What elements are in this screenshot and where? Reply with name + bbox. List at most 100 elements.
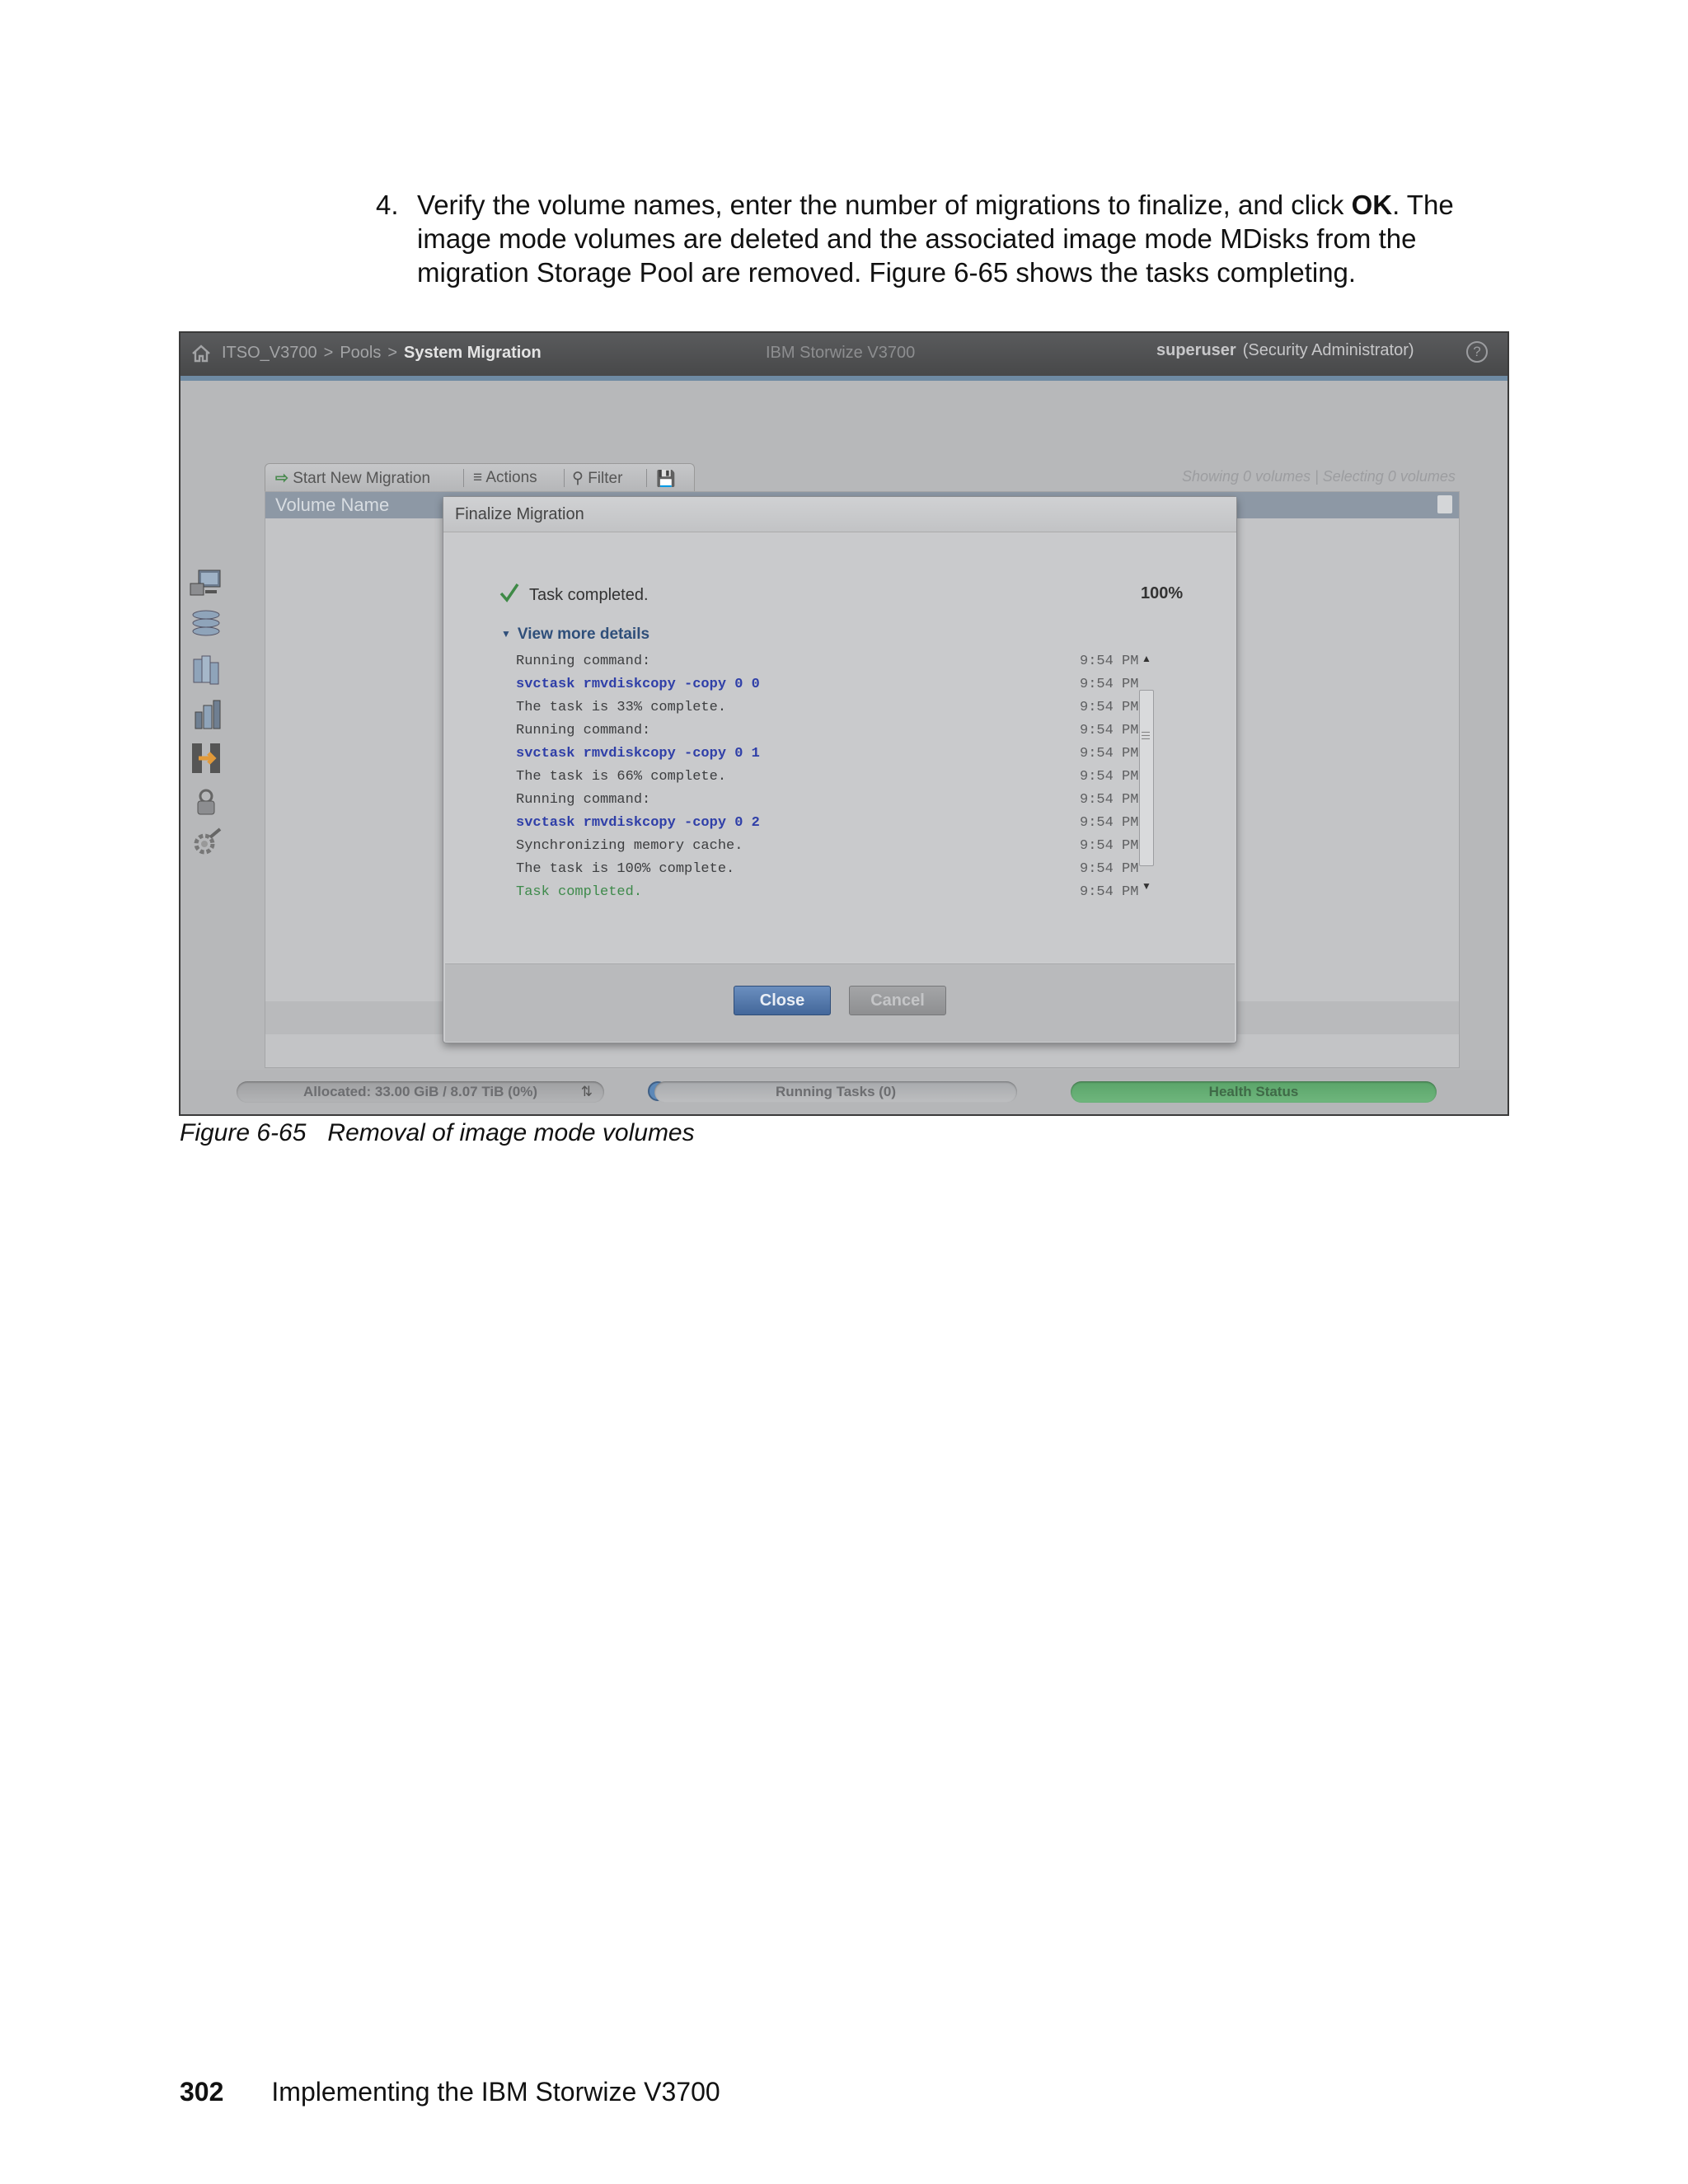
log-entry: Synchronizing memory cache. 9:54 PM: [516, 835, 1142, 858]
log-message: Running command:: [516, 723, 651, 738]
log-message: Running command:: [516, 792, 651, 808]
toolbar-divider: [463, 469, 464, 487]
start-new-migration-label: Start New Migration: [293, 470, 431, 487]
workspace: ⇨ Start New Migration ≡ Actions ⚲ Filter…: [181, 381, 1507, 1114]
allocated-capacity-pill[interactable]: Allocated: 33.00 GiB / 8.07 TiB (0%) ⇅: [237, 1081, 604, 1103]
log-message: svctask rmvdiskcopy -copy 0 2: [516, 815, 760, 831]
search-icon: ⚲: [572, 470, 584, 487]
log-scrollbar[interactable]: ▲ — — — ▼: [1137, 650, 1156, 891]
health-status-pill[interactable]: Health Status: [1071, 1081, 1437, 1103]
breadcrumb-pools[interactable]: Pools: [340, 344, 381, 362]
log-time: 9:54 PM: [1080, 700, 1139, 715]
volumes-icon[interactable]: [187, 653, 225, 689]
list-icon: ≡: [473, 469, 483, 486]
status-bar: Allocated: 33.00 GiB / 8.07 TiB (0%) ⇅ R…: [181, 1070, 1507, 1114]
log-entry: Task completed. 9:54 PM: [516, 881, 1142, 904]
log-message: The task is 100% complete.: [516, 861, 735, 877]
log-entry: svctask rmvdiskcopy -copy 0 2 9:54 PM: [516, 812, 1142, 835]
monitoring-icon[interactable]: [187, 565, 225, 602]
migrate-icon: ⇨: [275, 470, 288, 487]
settings-icon[interactable]: [187, 826, 225, 862]
log-time: 9:54 PM: [1080, 815, 1139, 831]
scroll-thumb[interactable]: [1139, 690, 1154, 866]
toolbar-divider: [564, 469, 565, 487]
column-chooser-icon[interactable]: [1437, 495, 1452, 513]
caption-text: Removal of image mode volumes: [327, 1119, 695, 1146]
grid-toolbar: ⇨ Start New Migration ≡ Actions ⚲ Filter…: [265, 463, 695, 492]
step-bold-ok: OK: [1351, 190, 1393, 220]
log-time: 9:54 PM: [1080, 746, 1139, 762]
log-time: 9:54 PM: [1080, 884, 1139, 900]
log-time: 9:54 PM: [1080, 654, 1139, 669]
log-message: svctask rmvdiskcopy -copy 0 0: [516, 677, 760, 692]
breadcrumb-current: System Migration: [404, 344, 542, 362]
filter-label: Filter: [588, 470, 623, 487]
log-time: 9:54 PM: [1080, 769, 1139, 785]
page-number: 302: [180, 2077, 224, 2107]
log-time: 9:54 PM: [1080, 861, 1139, 877]
user-role: (Security Administrator): [1242, 341, 1414, 359]
log-entry: The task is 66% complete. 9:54 PM: [516, 766, 1142, 789]
finalize-migration-dialog: Finalize Migration Task completed. 100% …: [443, 496, 1237, 1043]
breadcrumb: ITSO_V3700 > Pools > System Migration: [222, 344, 542, 363]
log-message: Task completed.: [516, 884, 643, 900]
scroll-grip-icon: — — —: [1142, 728, 1150, 743]
scroll-down-icon[interactable]: ▼: [1141, 881, 1152, 891]
step-text-before: Verify the volume names, enter the numbe…: [417, 190, 1352, 220]
step-number: 4.: [376, 190, 399, 220]
log-time: 9:54 PM: [1080, 723, 1139, 738]
home-icon[interactable]: [190, 343, 212, 364]
user-name: superuser: [1156, 341, 1236, 359]
cancel-button[interactable]: Cancel: [849, 986, 946, 1015]
column-volume-name[interactable]: Volume Name: [275, 494, 389, 516]
top-bar: ITSO_V3700 > Pools > System Migration IBM St…: [181, 333, 1507, 381]
dialog-title-bar: Finalize Migration: [443, 497, 1236, 532]
log-entry: Running command: 9:54 PM: [516, 789, 1142, 812]
figure-caption: Figure 6-65 Removal of image mode volumes: [180, 1119, 695, 1147]
log-message: svctask rmvdiskcopy -copy 0 1: [516, 746, 760, 762]
toggle-arrows-icon[interactable]: ⇅: [581, 1081, 593, 1103]
toolbar-divider: [646, 469, 647, 487]
log-message: Synchronizing memory cache.: [516, 838, 743, 854]
log-message: The task is 66% complete.: [516, 769, 727, 785]
dialog-body: Task completed. 100% ▼ View more details …: [445, 533, 1235, 962]
selection-summary: Showing 0 volumes | Selecting 0 volumes: [1182, 468, 1456, 485]
allocated-capacity-text: Allocated: 33.00 GiB / 8.07 TiB (0%): [302, 1084, 538, 1099]
log-entry: The task is 100% complete. 9:54 PM: [516, 858, 1142, 881]
close-button[interactable]: Close: [734, 986, 831, 1015]
log-time: 9:54 PM: [1080, 677, 1139, 692]
pools-icon[interactable]: [187, 607, 225, 643]
actions-label: Actions: [485, 469, 537, 486]
log-entry: svctask rmvdiskcopy -copy 0 1 9:54 PM: [516, 743, 1142, 766]
page-footer: 302 Implementing the IBM Storwize V3700: [180, 2077, 720, 2107]
caption-label: Figure 6-65: [180, 1119, 307, 1146]
running-tasks-pill[interactable]: Running Tasks (0): [654, 1081, 1017, 1103]
breadcrumb-separator: >: [387, 344, 398, 362]
filter-button[interactable]: ⚲ Filter: [572, 469, 622, 488]
screenshot-figure: ITSO_V3700 > Pools > System Migration IBM St…: [179, 331, 1509, 1116]
user-info[interactable]: superuser (Security Administrator): [1156, 341, 1414, 360]
log-entry: Running command: 9:54 PM: [516, 650, 1142, 673]
step-text: Verify the volume names, enter the numbe…: [417, 188, 1489, 289]
log-entry: Running command: 9:54 PM: [516, 719, 1142, 743]
collapse-triangle-icon: ▼: [501, 628, 511, 640]
scroll-up-icon[interactable]: ▲: [1141, 654, 1152, 663]
log-entry: The task is 33% complete. 9:54 PM: [516, 696, 1142, 719]
actions-menu[interactable]: ≡ Actions: [473, 469, 537, 487]
copy-services-icon[interactable]: [187, 740, 225, 776]
dialog-footer: Close Cancel: [445, 963, 1235, 1042]
start-new-migration-button[interactable]: ⇨ Start New Migration: [275, 469, 430, 488]
log-time: 9:54 PM: [1080, 792, 1139, 808]
access-icon[interactable]: [187, 785, 225, 821]
footer-title: Implementing the IBM Storwize V3700: [271, 2077, 720, 2107]
dialog-title: Finalize Migration: [455, 505, 584, 523]
breadcrumb-system[interactable]: ITSO_V3700: [222, 344, 317, 362]
save-icon[interactable]: 💾: [656, 469, 676, 489]
checkmark-icon: [499, 583, 519, 602]
hosts-icon[interactable]: [187, 697, 225, 733]
view-more-details-toggle[interactable]: ▼ View more details: [501, 626, 649, 644]
log-message: Running command:: [516, 654, 651, 669]
view-more-details-label: View more details: [517, 626, 650, 643]
help-icon[interactable]: ?: [1466, 341, 1488, 363]
progress-percent: 100%: [1141, 584, 1184, 602]
